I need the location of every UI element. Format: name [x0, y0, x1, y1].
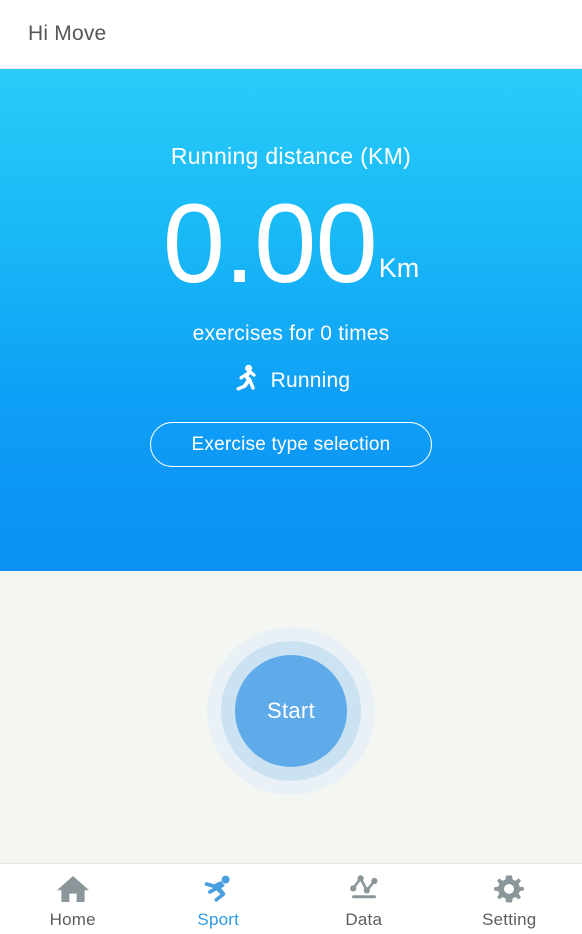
distance-value: 0.00 [162, 181, 378, 306]
running-icon [232, 364, 258, 397]
tab-setting[interactable]: Setting [437, 864, 582, 934]
start-button-label: Start [267, 698, 315, 723]
app-root: Hi Move Running distance (KM) 0.00 Km ex… [0, 0, 582, 934]
tab-home[interactable]: Home [0, 864, 146, 934]
app-title: Hi Move [28, 22, 107, 45]
current-sport-row: Running [232, 364, 351, 397]
tab-data-label: Data [345, 910, 383, 929]
start-button[interactable]: Start [207, 627, 375, 795]
distance-readout: 0.00 Km [162, 181, 420, 306]
distance-unit: Km [378, 253, 420, 284]
exercise-count-text: exercises for 0 times [192, 322, 390, 346]
tab-home-label: Home [49, 910, 96, 929]
running-summary-panel: Running distance (KM) 0.00 Km exercises … [0, 69, 582, 571]
running-distance-label: Running distance (KM) [170, 143, 412, 169]
data-icon [347, 872, 381, 906]
sport-icon [201, 872, 235, 906]
bottom-navigation: Home Sport Data Setting [0, 863, 582, 934]
start-section: Start [0, 571, 582, 863]
exercise-type-selection-button[interactable]: Exercise type selection [150, 422, 432, 468]
tab-sport-label: Sport [197, 910, 240, 929]
start-button-core[interactable]: Start [235, 655, 347, 767]
app-bar: Hi Move [0, 0, 582, 69]
tab-data[interactable]: Data [291, 864, 437, 934]
home-icon [56, 872, 90, 906]
tab-sport[interactable]: Sport [146, 864, 292, 934]
current-sport-name: Running [270, 368, 351, 392]
tab-setting-label: Setting [482, 910, 537, 929]
gear-icon [492, 872, 526, 906]
